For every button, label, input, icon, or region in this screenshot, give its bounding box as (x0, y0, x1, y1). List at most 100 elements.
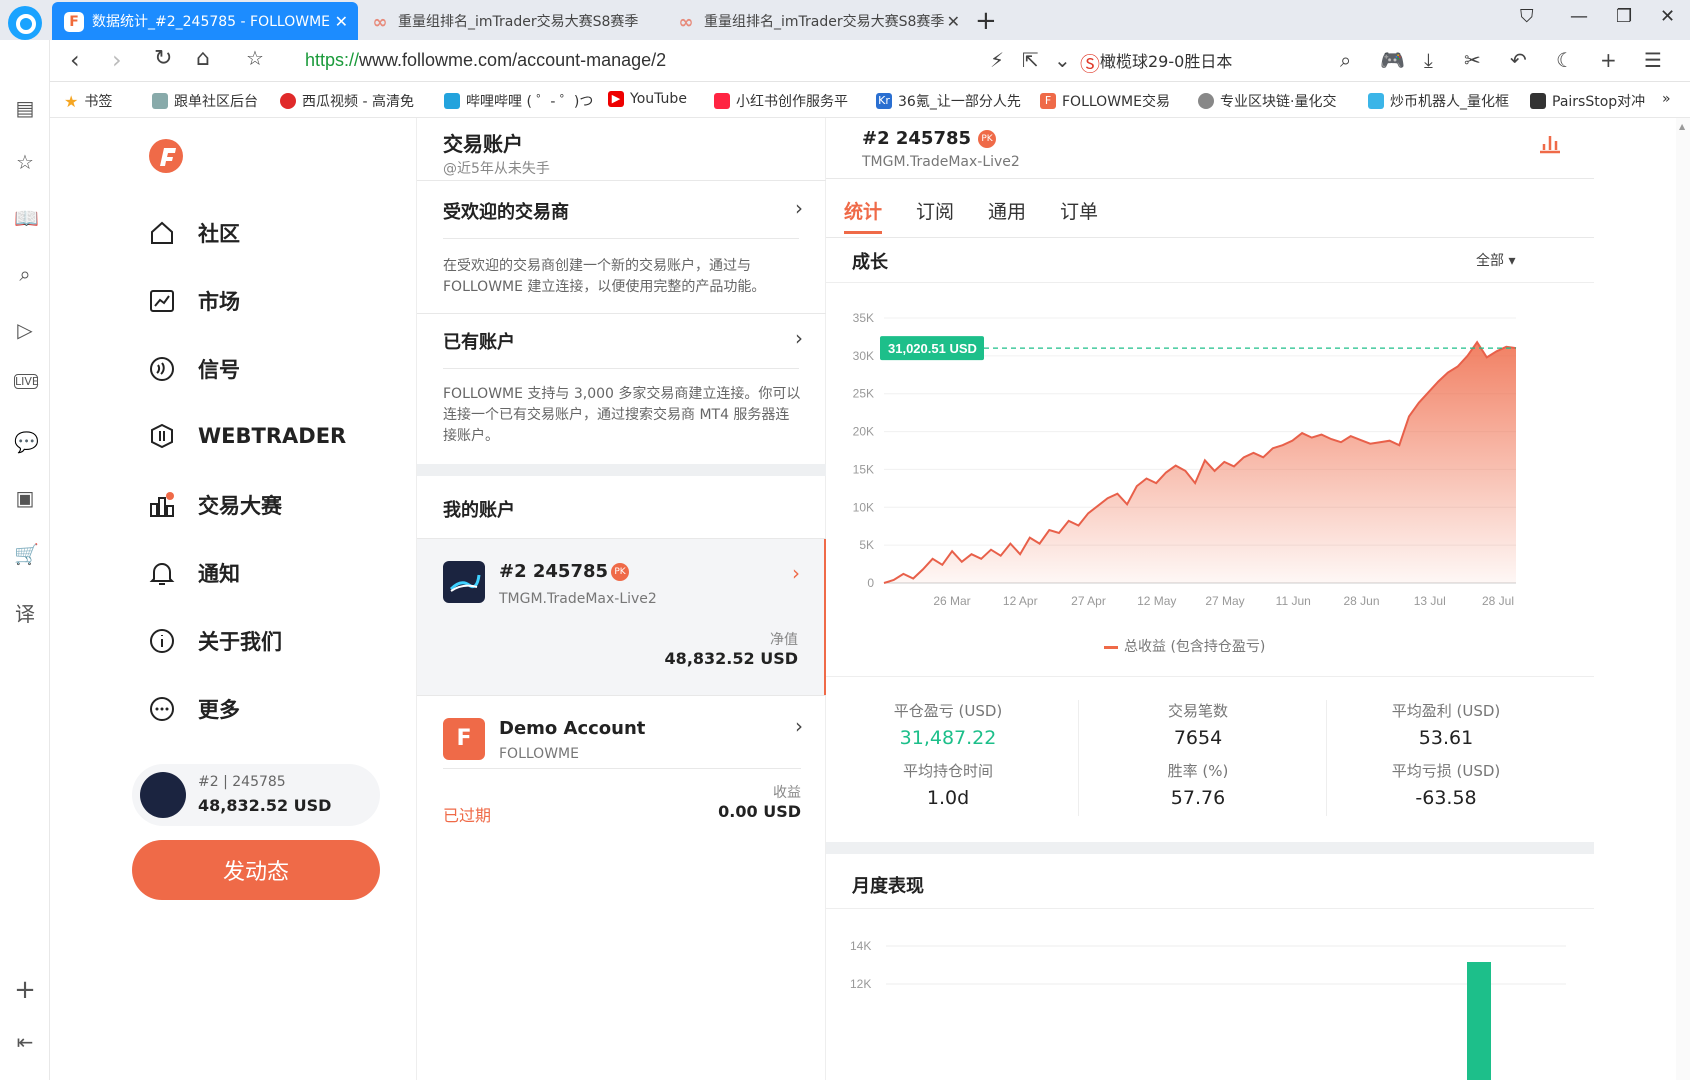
chat-icon[interactable]: 💬 (14, 430, 39, 454)
bookmark-item[interactable]: Kr 36氪_让一部分人先 (876, 91, 1021, 111)
nav-item-more[interactable]: 更多 (148, 694, 240, 724)
wallet-icon[interactable]: ▣ (14, 486, 36, 510)
expired-status: 已过期 (443, 806, 492, 825)
bookmark-item[interactable]: 跟单社区后台 (152, 91, 258, 111)
tab-subscriptions[interactable]: 订阅 (916, 197, 954, 224)
section-title: 我的账户 (443, 500, 515, 521)
address-bar: ‹ › ↻ ⌂ ☆ https://www.followme.com/accou… (50, 40, 1690, 82)
stat-value: 1.0d (926, 787, 970, 809)
video-icon[interactable]: ▷ (14, 318, 36, 342)
divider (826, 908, 1594, 909)
bookmark-item[interactable]: 西瓜视频 - 高清免 (280, 91, 414, 111)
growth-area (884, 342, 1516, 583)
webtrader-icon (151, 423, 173, 449)
search-icon[interactable]: ⌕ (1340, 48, 1351, 72)
lightning-icon[interactable]: ⚡ (990, 48, 1004, 72)
stat-value: 57.76 (1170, 787, 1226, 809)
star-icon[interactable]: ☆ (14, 150, 36, 174)
add-icon[interactable]: + (14, 975, 36, 1005)
search-engine-icon[interactable]: Ⓢ (1080, 48, 1100, 77)
globe-icon (1198, 93, 1214, 109)
x-tick-label: 13 Jul (1414, 594, 1446, 608)
bookmark-item[interactable]: ▶ YouTube (608, 91, 687, 107)
undo-icon[interactable]: ↶ (1510, 48, 1527, 72)
minimize-button[interactable]: — (1570, 6, 1588, 27)
bar-chart-icon[interactable] (1538, 132, 1562, 154)
search-input[interactable]: 橄榄球29-0胜日本 (1100, 48, 1232, 72)
range-select[interactable]: 全部 ▾ (1476, 250, 1515, 270)
forward-button[interactable]: › (112, 46, 122, 74)
bookmark-label: 书签 (84, 94, 113, 110)
tab-orders[interactable]: 订单 (1060, 197, 1098, 224)
more-bookmarks-icon[interactable]: » (1662, 91, 1671, 107)
bookmark-item[interactable]: 哔哩哔哩 ( ゜- ゜)つ (444, 91, 593, 111)
book-icon[interactable]: 📖 (14, 206, 39, 230)
shirt-icon[interactable]: ⛉ (1520, 6, 1534, 27)
page-scrollbar[interactable]: ▲ (1676, 118, 1690, 1080)
news-icon[interactable]: ▤ (14, 96, 36, 120)
bookmark-star-icon[interactable]: ☆ (246, 46, 264, 70)
chevron-down-icon[interactable]: ⌄ (1054, 48, 1071, 72)
bookmark-item[interactable]: 小红书创作服务平 (714, 91, 848, 111)
translate-icon[interactable]: 译 (14, 598, 36, 627)
post-button[interactable]: 发动态 (132, 840, 380, 900)
nav-item-contest[interactable]: 交易大赛 (148, 490, 282, 520)
existing-account-row[interactable]: 已有账户 › (417, 314, 827, 370)
nav-item-notifications[interactable]: 通知 (148, 558, 240, 588)
bookmark-item[interactable]: 炒币机器人_量化框 (1368, 91, 1509, 111)
close-icon[interactable]: ✕ (335, 12, 348, 31)
stat-value: 7654 (1173, 727, 1223, 749)
section-gap (826, 842, 1594, 854)
restore-button[interactable]: ❐ (1616, 6, 1632, 27)
download-icon[interactable]: ⤓ (1424, 48, 1433, 72)
new-tab-button[interactable]: + (975, 6, 997, 36)
nav-item-webtrader[interactable]: WEBTRADER (148, 422, 346, 450)
add-icon[interactable]: + (1600, 48, 1617, 72)
bookmark-item[interactable]: ★ 书签 (64, 91, 112, 111)
stat-avg-hold-time: 平均持仓时间 1.0d (838, 760, 1058, 809)
back-button[interactable]: ‹ (70, 46, 80, 74)
x-tick-label: 28 Jun (1343, 594, 1379, 608)
pk-badge-icon: PK (978, 130, 996, 148)
close-icon[interactable]: ✕ (947, 12, 960, 31)
account-card-demo[interactable]: F Demo Account FOLLOWME › 收益 已过期 0.00 US… (417, 696, 827, 856)
moon-icon[interactable]: ☾ (1556, 48, 1574, 72)
tab-2[interactable]: ∞ 重量组排名_imTrader交易大赛S8赛季 (358, 2, 664, 40)
legend-label: 总收益 (包含持仓盈亏) (1124, 639, 1266, 655)
search-icon[interactable]: ⌕ (14, 262, 36, 286)
nav-item-market[interactable]: 市场 (148, 286, 240, 316)
live-icon[interactable]: LIVE (14, 374, 39, 389)
share-icon[interactable]: ⇱ (1022, 48, 1039, 72)
scissors-icon[interactable]: ✂ (1464, 48, 1481, 72)
star-icon: ★ (64, 91, 79, 111)
tab-3[interactable]: ∞ 重量组排名_imTrader交易大赛S8赛季 ✕ (664, 2, 970, 40)
nav-item-signals[interactable]: 信号 (148, 354, 240, 384)
bookmark-label: PairsStop对冲 (1552, 94, 1646, 110)
cart-icon[interactable]: 🛒 (14, 542, 39, 566)
tab-general[interactable]: 通用 (988, 197, 1026, 224)
bookmark-item[interactable]: PairsStop对冲 (1530, 91, 1645, 111)
y-tick-label: 25K (853, 387, 874, 401)
nav-item-community[interactable]: 社区 (148, 218, 240, 248)
nav-item-about[interactable]: 关于我们 (148, 626, 282, 656)
popular-brokers-row[interactable]: 受欢迎的交易商 › (417, 182, 827, 238)
followme-logo-icon[interactable] (148, 136, 184, 176)
youtube-icon: ▶ (608, 91, 624, 107)
url-input[interactable]: https://www.followme.com/account-manage/… (305, 50, 666, 71)
stat-label: 交易笔数 (1167, 702, 1228, 720)
scroll-up-icon[interactable]: ▲ (1679, 122, 1685, 131)
menu-icon[interactable]: ☰ (1644, 48, 1662, 72)
close-window-button[interactable]: ✕ (1660, 6, 1675, 27)
account-card-selected[interactable]: #2 245785 PK TMGM.TradeMax-Live2 › 净值 48… (417, 539, 827, 695)
bookmark-item[interactable]: 专业区块链·量化交 (1198, 91, 1336, 111)
x-tick-label: 26 Mar (933, 594, 970, 608)
bookmark-item[interactable]: F FOLLOWME交易 (1040, 91, 1170, 111)
reload-button[interactable]: ↻ (154, 46, 172, 71)
home-button[interactable]: ⌂ (196, 46, 210, 71)
game-icon[interactable]: 🎮 (1380, 48, 1405, 72)
collapse-icon[interactable]: ⇤ (14, 1030, 36, 1054)
tab-active[interactable]: F 数据统计_#2_245785 - FOLLOWME ✕ (52, 2, 358, 40)
chevron-right-icon: › (795, 196, 803, 220)
user-card[interactable]: #2 | 245785 48,832.52 USD (132, 764, 380, 826)
tab-stats[interactable]: 统计 (844, 197, 882, 224)
